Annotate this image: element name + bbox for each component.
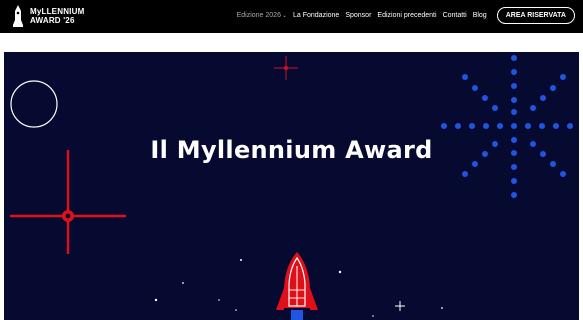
main-nav: Edizione 2026⌄ La Fondazione Sponsor Edi… [237,7,575,24]
top-navigation-bar: MyLLENNIUM AWARD '26 Edizione 2026⌄ La F… [0,0,583,33]
site-logo[interactable]: MyLLENNIUM AWARD '26 [12,5,84,27]
hero-title: Il Myllennium Award [150,136,433,164]
hero-illustration [10,55,573,320]
chevron-down-icon: ⌄ [281,13,287,19]
nav-la-fondazione[interactable]: La Fondazione [293,12,339,19]
nav-sponsor[interactable]: Sponsor [345,12,371,19]
rocket-shuttle-icon [276,252,318,320]
red-crosshair-star-icon [10,150,126,254]
sparkle-star-icon [395,301,405,311]
logo-wordmark: MyLLENNIUM AWARD '26 [30,7,84,25]
outline-circle-decoration [10,80,58,128]
nav-edizioni-precedenti[interactable]: Edizioni precedenti [377,12,436,19]
nav-blog[interactable]: Blog [473,12,487,19]
area-riservata-button[interactable]: AREA RISERVATA [496,7,575,24]
header-spacer [0,33,583,52]
nav-edition-label: Edizione 2026 [236,12,281,19]
nav-contatti[interactable]: Contatti [443,12,467,19]
nav-edition-2026[interactable]: Edizione 2026⌄ [237,12,287,19]
trophy-rocket-icon [13,5,23,27]
blue-dot-starburst-icon [441,55,573,198]
logo-line-2: AWARD '26 [30,16,75,25]
hero-section: Il Myllennium Award [4,52,579,320]
small-red-star-icon [274,56,298,80]
logo-line-1: MyLLENNIUM [30,7,85,16]
